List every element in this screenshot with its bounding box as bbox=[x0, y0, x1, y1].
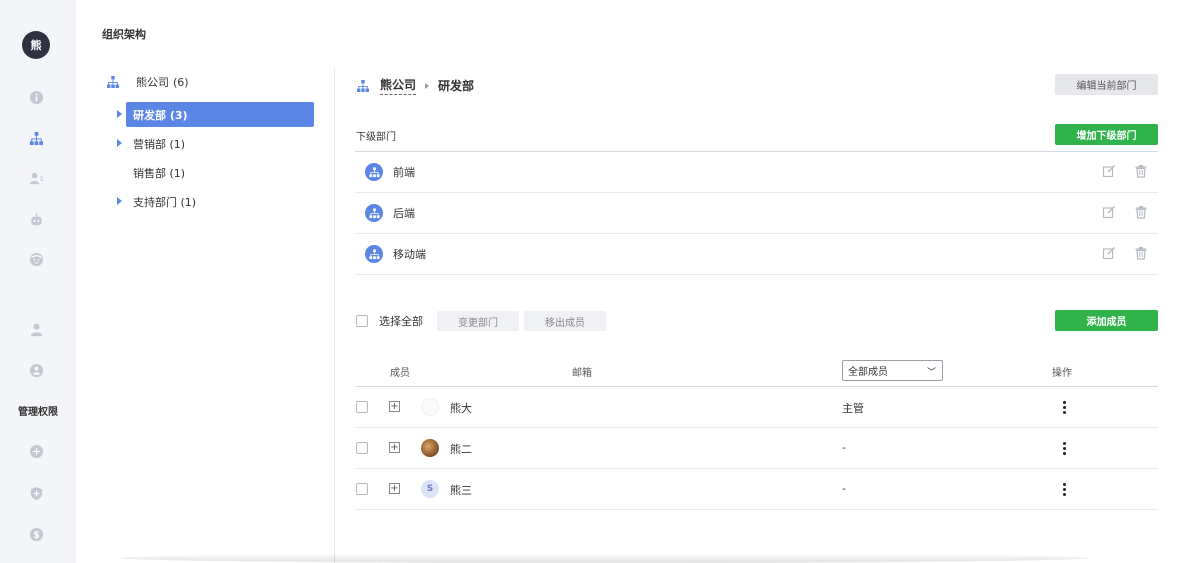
expand-plus-icon[interactable]: + bbox=[389, 483, 400, 494]
expand-plus-icon[interactable]: + bbox=[389, 442, 400, 453]
add-circle-icon[interactable] bbox=[28, 443, 44, 459]
row-checkbox[interactable] bbox=[356, 483, 368, 495]
member-filter-value: 全部成员 bbox=[848, 367, 888, 378]
row-actions bbox=[1102, 246, 1148, 260]
caret-right-icon[interactable] bbox=[117, 197, 122, 205]
info-icon[interactable] bbox=[28, 89, 44, 105]
column-header-member: 成员 bbox=[390, 368, 410, 379]
user-settings-icon[interactable] bbox=[28, 362, 44, 378]
user-icon[interactable] bbox=[28, 321, 44, 337]
trash-icon[interactable] bbox=[1134, 205, 1148, 219]
sub-department-row[interactable]: 前端 bbox=[355, 152, 1158, 192]
select-all-checkbox[interactable] bbox=[356, 315, 368, 327]
tree-node-marketing[interactable]: 营销部 (1) bbox=[117, 131, 314, 156]
add-member-button[interactable]: 添加成员 bbox=[1055, 310, 1158, 331]
member-role: - bbox=[842, 441, 846, 454]
edit-icon[interactable] bbox=[1102, 246, 1116, 260]
tree-root-name: 熊公司 bbox=[136, 76, 169, 89]
divider bbox=[355, 509, 1158, 510]
tree-node-support[interactable]: 支持部门 (1) bbox=[117, 189, 314, 214]
department-icon bbox=[365, 163, 383, 181]
org-tree-icon bbox=[107, 76, 119, 88]
tree-node-label: 营销部 (1) bbox=[133, 137, 186, 151]
trash-icon[interactable] bbox=[1134, 246, 1148, 260]
tree-root[interactable]: 熊公司 (6) bbox=[106, 74, 189, 90]
org-tree-icon[interactable] bbox=[28, 130, 44, 146]
tree-node-label: 支持部门 (1) bbox=[133, 195, 197, 209]
change-department-button[interactable]: 变更部门 bbox=[437, 311, 519, 331]
sub-department-row[interactable]: 后端 bbox=[355, 193, 1158, 233]
company-logo[interactable]: 熊 bbox=[22, 31, 50, 59]
sub-departments-title: 下级部门 bbox=[356, 132, 396, 143]
breadcrumb-separator-icon bbox=[425, 82, 430, 89]
avatar bbox=[421, 398, 439, 416]
tree-node-rd[interactable]: 研发部 (3) bbox=[117, 102, 314, 127]
breadcrumb-current: 研发部 bbox=[438, 79, 475, 93]
department-icon bbox=[365, 245, 383, 263]
org-tree-icon bbox=[357, 79, 369, 92]
sub-department-name: 前端 bbox=[393, 166, 415, 179]
row-actions bbox=[1102, 164, 1148, 178]
department-icon bbox=[365, 204, 383, 222]
chevron-down-icon: ﹀ bbox=[926, 368, 936, 378]
row-checkbox[interactable] bbox=[356, 401, 368, 413]
edit-icon[interactable] bbox=[1102, 164, 1116, 178]
tree-root-count: (6) bbox=[173, 75, 189, 89]
more-vertical-icon[interactable] bbox=[1055, 398, 1073, 416]
icon-rail: 熊 管理权限 $ bbox=[0, 0, 76, 563]
divider bbox=[355, 274, 1158, 275]
table-row[interactable]: + 熊二 - bbox=[355, 428, 1158, 468]
table-row[interactable]: + 熊大 主管 bbox=[355, 387, 1158, 427]
bot-icon[interactable] bbox=[28, 211, 44, 227]
select-all-label[interactable]: 选择全部 bbox=[379, 313, 423, 329]
member-name: 熊大 bbox=[450, 402, 472, 415]
row-actions bbox=[1102, 205, 1148, 219]
sub-department-row[interactable]: 移动端 bbox=[355, 234, 1158, 274]
sub-department-name: 移动端 bbox=[393, 248, 426, 261]
breadcrumb-root[interactable]: 熊公司 bbox=[380, 76, 417, 95]
row-checkbox[interactable] bbox=[356, 442, 368, 454]
avatar: S bbox=[421, 480, 439, 498]
table-row[interactable]: + S 熊三 - bbox=[355, 469, 1158, 509]
trash-icon[interactable] bbox=[1134, 164, 1148, 178]
breadcrumb: 熊公司 研发部 bbox=[356, 76, 474, 95]
dollar-icon[interactable]: $ bbox=[28, 526, 44, 542]
shield-icon[interactable] bbox=[28, 485, 44, 501]
panel-divider bbox=[334, 68, 335, 563]
sub-department-name: 后端 bbox=[393, 207, 415, 220]
column-header-actions: 操作 bbox=[1052, 368, 1072, 379]
edit-department-button[interactable]: 编辑当前部门 bbox=[1055, 74, 1158, 95]
caret-right-icon[interactable] bbox=[117, 110, 122, 118]
member-filter-select[interactable]: 全部成员 ﹀ bbox=[842, 360, 943, 381]
face-icon[interactable] bbox=[28, 251, 44, 267]
add-sub-department-button[interactable]: 增加下级部门 bbox=[1055, 124, 1158, 145]
member-name: 熊三 bbox=[450, 484, 472, 497]
member-role: 主管 bbox=[842, 402, 864, 415]
tree-node-label: 销售部 (1) bbox=[133, 166, 186, 180]
tree-node-label: 研发部 (3) bbox=[133, 108, 188, 122]
expand-plus-icon[interactable]: + bbox=[389, 401, 400, 412]
contacts-icon[interactable] bbox=[28, 170, 44, 186]
member-name: 熊二 bbox=[450, 443, 472, 456]
more-vertical-icon[interactable] bbox=[1055, 439, 1073, 457]
remove-member-button[interactable]: 移出成员 bbox=[524, 311, 606, 331]
app-root: 熊 管理权限 $ 组织架构 熊公司 (6) 研发部 (3) 营销部 (1) 销售… bbox=[0, 0, 1200, 563]
window-shadow bbox=[120, 553, 1090, 563]
avatar bbox=[421, 439, 439, 457]
more-vertical-icon[interactable] bbox=[1055, 480, 1073, 498]
column-header-email: 邮箱 bbox=[572, 368, 592, 379]
svg-text:$: $ bbox=[33, 529, 40, 540]
rail-section-label: 管理权限 bbox=[18, 407, 58, 418]
member-role: - bbox=[842, 482, 846, 495]
edit-icon[interactable] bbox=[1102, 205, 1116, 219]
caret-right-icon[interactable] bbox=[117, 139, 122, 147]
tree-node-sales[interactable]: 销售部 (1) bbox=[126, 160, 314, 185]
page-title: 组织架构 bbox=[102, 28, 146, 41]
